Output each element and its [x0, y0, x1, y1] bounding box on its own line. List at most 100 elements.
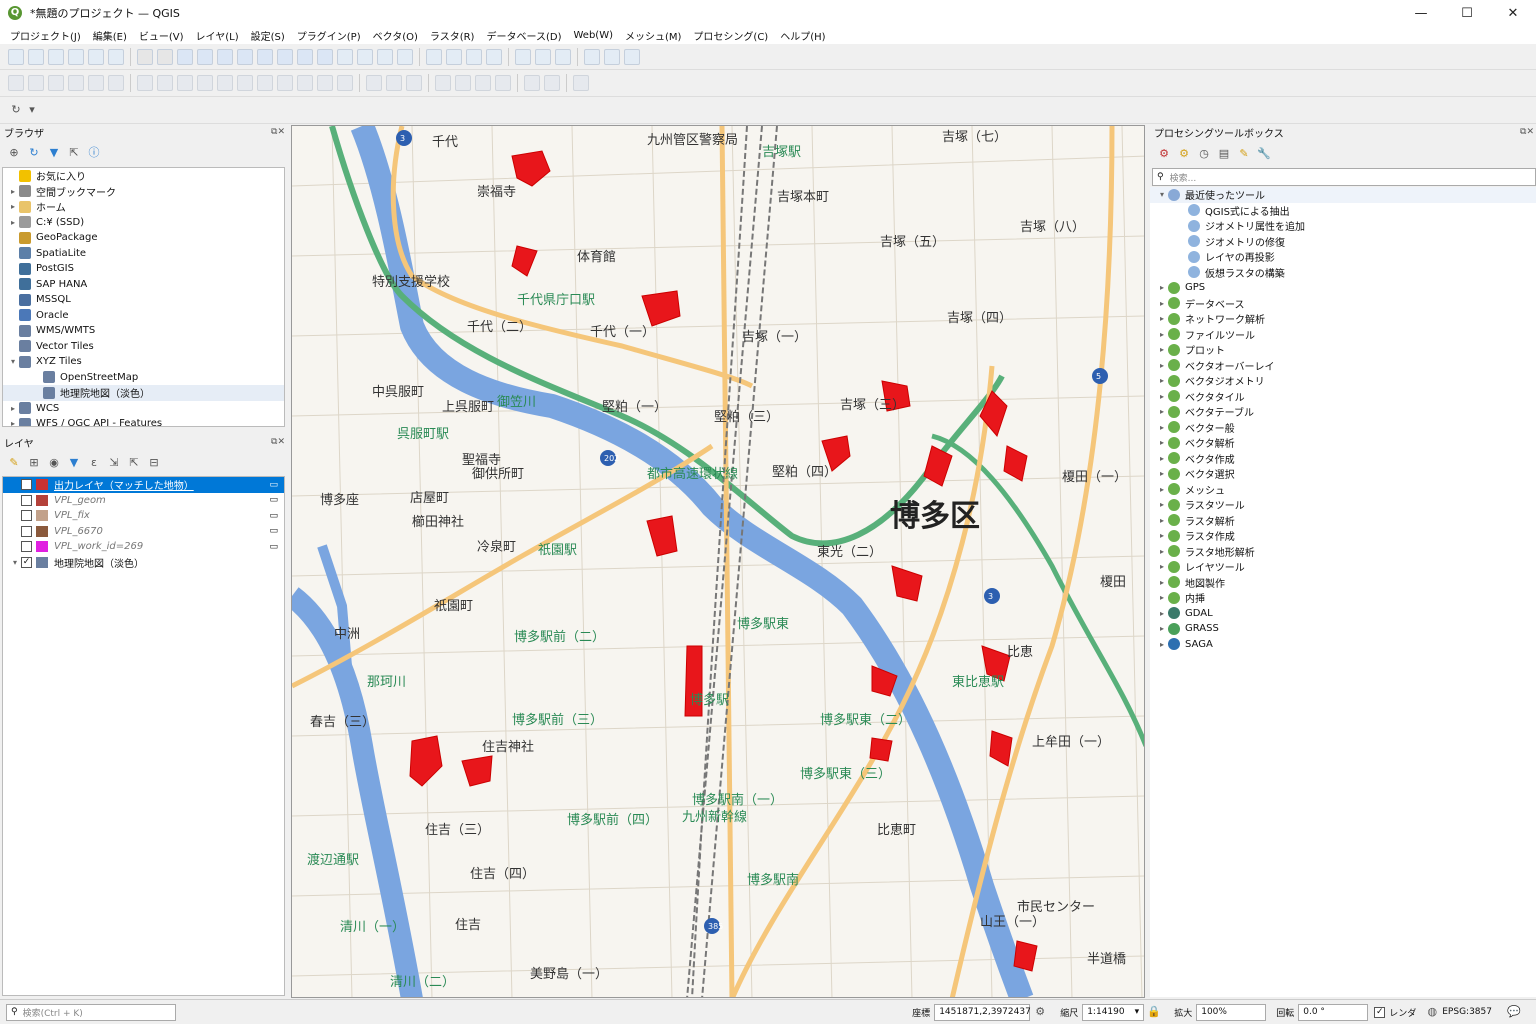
processing-search-input[interactable]: ⚲ 検索...	[1152, 168, 1536, 186]
info-icon[interactable]: ⓘ	[86, 145, 102, 161]
lock-icon[interactable]: 🔒	[1146, 1004, 1162, 1020]
processing-group[interactable]: ▸ レイヤツール	[1150, 559, 1536, 575]
matched-feature[interactable]	[511, 150, 551, 187]
vertex-tool-icon[interactable]	[217, 75, 233, 91]
processing-group[interactable]: ▸ 内挿	[1150, 590, 1536, 606]
refresh-icon[interactable]: ↻	[8, 102, 24, 118]
show-bookmarks-icon[interactable]	[357, 48, 373, 65]
browser-item[interactable]: MSSQL	[3, 292, 284, 308]
paste-features-icon[interactable]	[297, 75, 313, 91]
style-manager-icon[interactable]: ✎	[6, 455, 22, 471]
recent-tool-item[interactable]: QGIS式による抽出	[1150, 203, 1536, 219]
expand-arrow-icon[interactable]: ▸	[7, 404, 19, 413]
map-canvas[interactable]: 千代 崇福寺 九州管区警察局 吉塚駅 吉塚（七） 吉塚本町 吉塚（五） 吉塚（八） 体育館 千代県…	[291, 125, 1145, 998]
layer-item[interactable]: VPL_work_id=269 ▭	[3, 539, 284, 555]
processing-group[interactable]: ▸ GRASS	[1150, 621, 1536, 637]
expand-arrow-icon[interactable]: ▸	[1156, 547, 1168, 556]
render-checkbox[interactable]: ✓	[1374, 1006, 1386, 1018]
recent-tool-item[interactable]: 仮想ラスタの構築	[1150, 265, 1536, 281]
refresh-icon[interactable]: ↻	[26, 145, 42, 161]
collapse-all-icon[interactable]: ⇱	[126, 455, 142, 471]
scale-field[interactable]: 1:14190 ▾	[1082, 1003, 1145, 1021]
layer-item[interactable]: ✓ 出力レイヤ（マッチした地物） ▭	[3, 477, 284, 493]
browser-item[interactable]: Oracle	[3, 308, 284, 324]
browser-item[interactable]: ▾ XYZ Tiles	[3, 354, 284, 370]
browser-item[interactable]: OpenStreetMap	[3, 370, 284, 386]
layer-visibility-checkbox[interactable]	[21, 510, 32, 522]
data-source-manager-icon[interactable]	[8, 75, 24, 91]
sum-icon[interactable]	[555, 48, 571, 65]
zoom-full-icon[interactable]	[217, 48, 233, 65]
undo-icon[interactable]	[317, 75, 333, 91]
expand-arrow-icon[interactable]: ▸	[7, 187, 19, 196]
expand-arrow-icon[interactable]: ▸	[7, 202, 19, 211]
matched-feature[interactable]	[989, 730, 1013, 767]
expand-arrow-icon[interactable]: ▸	[1156, 500, 1168, 509]
models-icon[interactable]: ⚙	[1156, 146, 1172, 162]
matched-feature[interactable]	[461, 755, 493, 787]
annotation-icon[interactable]	[604, 48, 620, 65]
expand-arrow-icon[interactable]: ▸	[1156, 438, 1168, 447]
browser-item[interactable]: ▸ ホーム	[3, 199, 284, 215]
expand-arrow-icon[interactable]: ▾	[7, 357, 19, 366]
save-project-icon[interactable]	[48, 48, 64, 65]
pan-icon[interactable]	[137, 48, 153, 65]
processing-group[interactable]: ▸ ベクタ作成	[1150, 451, 1536, 467]
processing-group[interactable]: ▸ ベクター般	[1150, 420, 1536, 436]
browser-item[interactable]: ▸ WCS	[3, 401, 284, 417]
menu-item[interactable]: ベクタ(O)	[367, 28, 424, 43]
add-selected-layers-icon[interactable]: ⊕	[6, 145, 22, 161]
expand-arrow-icon[interactable]: ▸	[1156, 345, 1168, 354]
zoom-next-icon[interactable]	[317, 48, 333, 65]
expand-arrow-icon[interactable]: ▸	[1156, 593, 1168, 602]
toggle-editing-icon[interactable]	[157, 75, 173, 91]
add-feature-icon[interactable]	[197, 75, 213, 91]
matched-feature[interactable]	[869, 737, 893, 762]
processing-group[interactable]: ▸ ベクタオーバーレイ	[1150, 358, 1536, 374]
expand-arrow-icon[interactable]: ▸	[1156, 640, 1168, 649]
matched-feature[interactable]	[923, 445, 953, 487]
menu-item[interactable]: ビュー(V)	[133, 28, 190, 43]
processing-group[interactable]: ▸ データベース	[1150, 296, 1536, 312]
expand-arrow-icon[interactable]: ▸	[1156, 314, 1168, 323]
copy-features-icon[interactable]	[277, 75, 293, 91]
matched-feature[interactable]	[409, 735, 443, 787]
recent-tool-item[interactable]: ジオメトリ属性を追加	[1150, 218, 1536, 234]
processing-group[interactable]: ▸ プロット	[1150, 342, 1536, 358]
scripts-icon[interactable]: ⚙	[1176, 146, 1192, 162]
layer-indicator-icon[interactable]: ▭	[269, 511, 278, 521]
expand-arrow-icon[interactable]: ▸	[1156, 299, 1168, 308]
expand-arrow-icon[interactable]: ▾	[9, 558, 21, 567]
plugin-icon[interactable]	[524, 75, 540, 91]
layer-indicator-icon[interactable]: ▭	[269, 480, 278, 490]
processing-group[interactable]: ▸ GPS	[1150, 280, 1536, 296]
expand-arrow-icon[interactable]: ▸	[1156, 407, 1168, 416]
layer-item[interactable]: ▾ ✓ 地理院地図（淡色）	[3, 555, 284, 571]
matched-feature[interactable]	[641, 290, 681, 327]
expand-arrow-icon[interactable]: ▸	[1156, 485, 1168, 494]
menu-item[interactable]: レイヤ(L)	[190, 28, 245, 43]
matched-feature[interactable]	[1003, 445, 1028, 482]
processing-group[interactable]: ▸ SAGA	[1150, 637, 1536, 653]
locator-search-input[interactable]: ⚲ 検索(Ctrl + K)	[6, 1003, 176, 1021]
processing-group[interactable]: ▸ 地図製作	[1150, 575, 1536, 591]
rotate-label-icon[interactable]	[455, 75, 471, 91]
browser-item[interactable]: Vector Tiles	[3, 339, 284, 355]
new-print-layout-icon[interactable]	[88, 48, 104, 65]
layer-visibility-checkbox[interactable]	[21, 541, 32, 553]
processing-group[interactable]: ▸ ラスタ地形解析	[1150, 544, 1536, 560]
temporal-controller-icon[interactable]	[377, 48, 393, 65]
filter-legend-icon[interactable]: ▼	[66, 455, 82, 471]
redo-icon[interactable]	[337, 75, 353, 91]
processing-group[interactable]: ▸ ネットワーク解析	[1150, 311, 1536, 327]
chevron-down-icon[interactable]: ▾	[28, 102, 36, 118]
layout-manager-icon[interactable]	[573, 75, 589, 91]
browser-item[interactable]: SpatiaLite	[3, 246, 284, 262]
new-project-icon[interactable]	[8, 48, 24, 65]
style-manager-icon[interactable]	[108, 48, 124, 65]
processing-group[interactable]: ▸ ベクタ選択	[1150, 466, 1536, 482]
matched-feature[interactable]	[511, 245, 538, 277]
select-features-icon[interactable]	[446, 48, 462, 65]
menu-item[interactable]: ラスタ(R)	[424, 28, 481, 43]
expand-arrow-icon[interactable]: ▸	[7, 419, 19, 426]
